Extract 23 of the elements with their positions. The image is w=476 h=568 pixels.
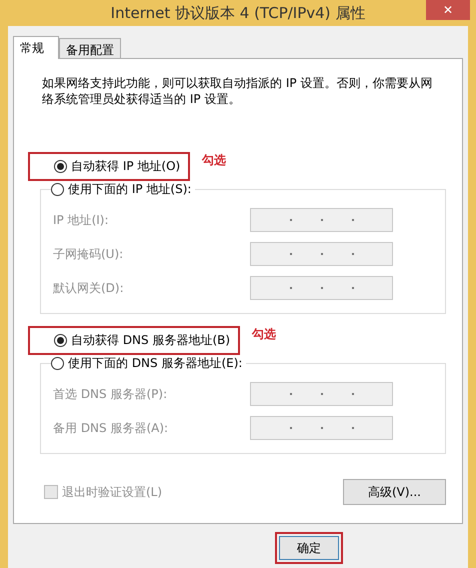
field-label: 备用 DNS 服务器(A): xyxy=(53,420,168,436)
radio-option[interactable]: 自动获得 IP 地址(O) xyxy=(28,152,190,181)
tab[interactable]: 备用配置 xyxy=(59,38,121,58)
ip-address-field[interactable] xyxy=(250,276,393,300)
field-label: 首选 DNS 服务器(P): xyxy=(53,386,168,402)
tab[interactable]: 常规 xyxy=(13,36,59,59)
field-label: 默认网关(D): xyxy=(53,280,124,296)
radio-option[interactable]: 使用下面的 IP 地址(S): xyxy=(51,181,196,198)
ip-address-field[interactable] xyxy=(250,382,393,406)
annotation-text: 勾选 xyxy=(252,326,276,343)
description-text: 如果网络支持此功能，则可以获取自动指派的 IP 设置。否则，你需要从网络系统管理员处获得适当的 IP 设置。 xyxy=(42,75,434,107)
radio-option[interactable]: 使用下面的 DNS 服务器地址(E): xyxy=(51,355,246,372)
window-title: Internet 协议版本 4 (TCP/IPv4) 属性 xyxy=(110,4,366,22)
field-label: IP 地址(I): xyxy=(53,212,109,228)
ip-address-field[interactable] xyxy=(250,242,393,266)
ok-button[interactable]: 确定 xyxy=(279,536,339,560)
radio-option[interactable]: 自动获得 DNS 服务器地址(B) xyxy=(28,326,240,355)
field-label: 子网掩码(U): xyxy=(53,246,124,262)
ip-address-field[interactable] xyxy=(250,208,393,232)
close-button[interactable]: ✕ xyxy=(426,0,470,20)
annotation-text: 勾选 xyxy=(202,152,226,169)
ip-address-field[interactable] xyxy=(250,416,393,440)
advanced-button[interactable]: 高级(V)... xyxy=(343,479,446,505)
